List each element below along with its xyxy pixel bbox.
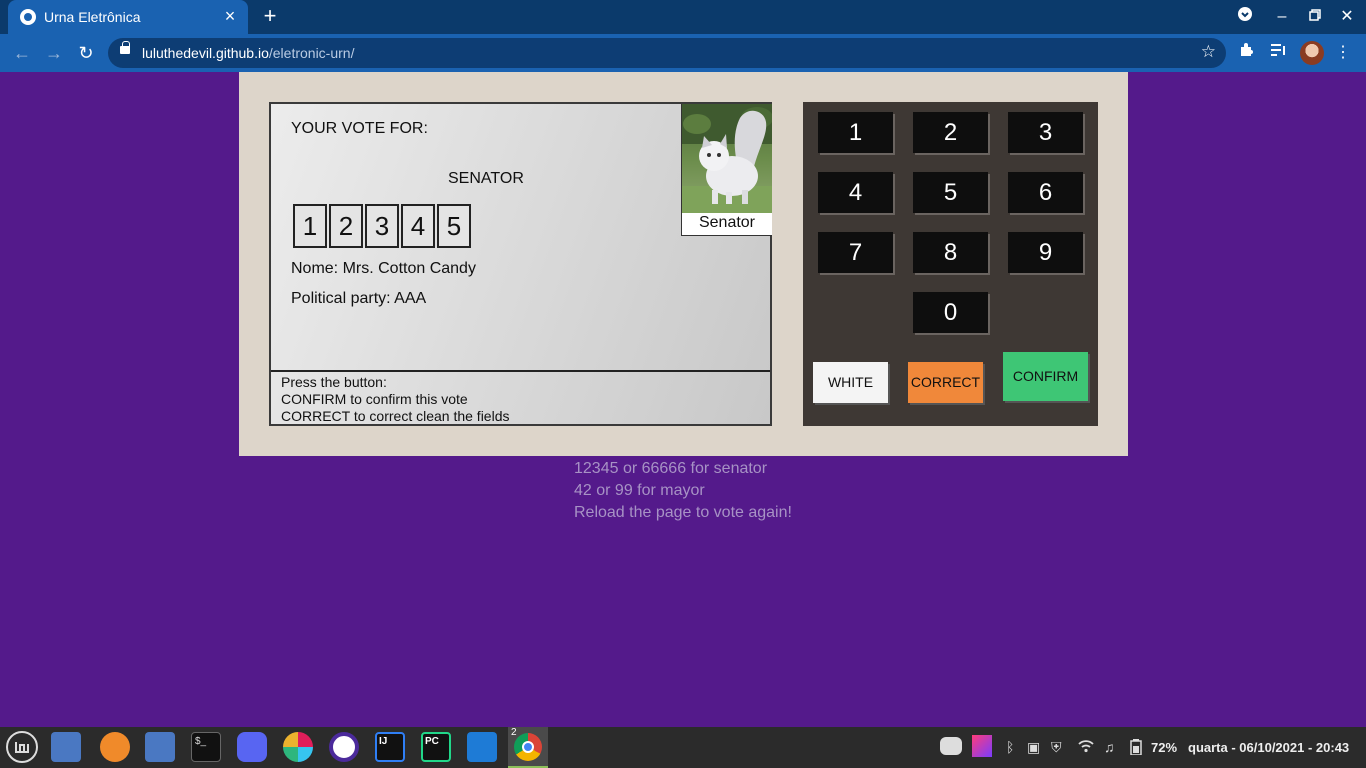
digit-box: 1	[293, 204, 327, 248]
menu-icon[interactable]: ⋮	[1331, 41, 1355, 65]
instructions-footer: Press the button: CONFIRM to confirm thi…	[271, 370, 770, 424]
jetbrains-toolbox-icon[interactable]	[972, 735, 992, 757]
role-label: SENATOR	[448, 170, 524, 187]
candidate-party: Political party: AAA	[291, 290, 427, 307]
pycharm-icon[interactable]: PC	[421, 732, 451, 762]
extensions-icon[interactable]	[1235, 41, 1259, 65]
vote-title: YOUR VOTE FOR:	[291, 120, 428, 137]
globe-icon	[20, 9, 36, 25]
back-icon[interactable]: ←	[10, 41, 34, 65]
new-tab-button[interactable]: +	[258, 4, 282, 28]
candidate-photo	[682, 104, 772, 213]
key-6[interactable]: 6	[1008, 172, 1083, 213]
lock-icon	[120, 41, 130, 54]
key-7[interactable]: 7	[818, 232, 893, 273]
digit-box: 4	[401, 204, 435, 248]
taskbar: $_ IJ PC 2 ᛒ ▣ ⛨ ♫ 72% quarta - 06/10/20…	[0, 727, 1366, 768]
intellij-icon[interactable]: IJ	[375, 732, 405, 762]
browser-tab[interactable]: Urna Eletrônica ×	[8, 0, 248, 34]
slack-icon[interactable]	[283, 732, 313, 762]
discord-icon[interactable]	[237, 732, 267, 762]
digit-box: 5	[437, 204, 471, 248]
terminal-icon[interactable]: $_	[191, 732, 221, 762]
window-count: 2	[511, 727, 517, 738]
key-5[interactable]: 5	[913, 172, 988, 213]
digit-box: 3	[365, 204, 399, 248]
chrome-icon	[514, 733, 542, 761]
instruction-line: Press the button:	[281, 374, 387, 390]
media-queue-icon[interactable]	[1267, 41, 1291, 65]
number-digits: 1 2 3 4 5	[293, 204, 471, 248]
instruction-line: CORRECT to correct clean the fields	[281, 408, 510, 424]
hint-line: 12345 or 66666 for senator	[574, 460, 768, 477]
mint-menu-icon[interactable]	[6, 731, 38, 763]
confirm-button[interactable]: CONFIRM	[1003, 352, 1088, 401]
tab-strip: Urna Eletrônica × + – ✕	[0, 0, 1366, 34]
keypad: 1 2 3 4 5 6 7 8 9 0 WHITE CORRECT CONFIR…	[803, 102, 1098, 426]
key-0[interactable]: 0	[913, 292, 988, 333]
digit-box: 2	[329, 204, 363, 248]
key-8[interactable]: 8	[913, 232, 988, 273]
files-icon[interactable]	[145, 732, 175, 762]
restore-icon[interactable]	[1303, 6, 1327, 28]
hint-line: 42 or 99 for mayor	[574, 482, 705, 499]
reload-icon[interactable]: ↻	[74, 41, 98, 65]
hint-text: 12345 or 66666 for senator 42 or 99 for …	[574, 458, 792, 524]
address-bar[interactable]: luluthedevil.github.io/eletronic-urn/ ☆	[108, 38, 1226, 68]
clock[interactable]: quarta - 06/10/2021 - 20:43	[1188, 740, 1349, 755]
update-shield-icon[interactable]: ⛨	[1051, 739, 1062, 756]
voting-machine: YOUR VOTE FOR: SENATOR 1 2 3 4 5 Nome: M…	[239, 72, 1128, 456]
candidate-photo-box: Senator	[681, 104, 772, 236]
key-2[interactable]: 2	[913, 112, 988, 153]
tab-title: Urna Eletrônica	[44, 9, 141, 25]
clipboard-icon[interactable]: ▣	[1027, 739, 1040, 756]
vscode-icon[interactable]	[467, 732, 497, 762]
battery-icon[interactable]	[1130, 739, 1142, 758]
battery-percent: 72%	[1151, 740, 1178, 755]
wifi-icon[interactable]	[1078, 739, 1094, 756]
show-desktop-icon[interactable]	[51, 732, 81, 762]
close-window-icon[interactable]: ✕	[1335, 6, 1359, 28]
chrome-taskbar-item[interactable]: 2	[508, 727, 548, 768]
correct-button[interactable]: CORRECT	[908, 362, 983, 403]
profile-avatar[interactable]	[1300, 41, 1324, 65]
instruction-line: CONFIRM to confirm this vote	[281, 391, 468, 407]
key-1[interactable]: 1	[818, 112, 893, 153]
photo-caption: Senator	[698, 214, 756, 231]
hint-line: Reload the page to vote again!	[574, 504, 792, 521]
bluetooth-icon[interactable]: ᛒ	[1006, 739, 1014, 755]
bookmark-star-icon[interactable]: ☆	[1201, 42, 1216, 62]
discord-tray-icon[interactable]	[940, 737, 962, 755]
key-9[interactable]: 9	[1008, 232, 1083, 273]
url-text: luluthedevil.github.io/eletronic-urn/	[142, 45, 355, 61]
minimize-icon[interactable]: –	[1270, 6, 1294, 28]
tab-search-icon[interactable]	[1233, 6, 1257, 28]
white-button[interactable]: WHITE	[813, 362, 888, 403]
candidate-name: Nome: Mrs. Cotton Candy	[291, 260, 476, 277]
key-3[interactable]: 3	[1008, 112, 1083, 153]
firefox-icon[interactable]	[100, 732, 130, 762]
sound-icon[interactable]: ♫	[1104, 739, 1115, 755]
forward-icon[interactable]: →	[42, 41, 66, 65]
browser-toolbar: ← → ↻ luluthedevil.github.io/eletronic-u…	[0, 34, 1366, 72]
close-tab-icon[interactable]: ×	[220, 6, 240, 26]
key-4[interactable]: 4	[818, 172, 893, 213]
eclipse-icon[interactable]	[329, 732, 359, 762]
vote-screen: YOUR VOTE FOR: SENATOR 1 2 3 4 5 Nome: M…	[269, 102, 772, 426]
